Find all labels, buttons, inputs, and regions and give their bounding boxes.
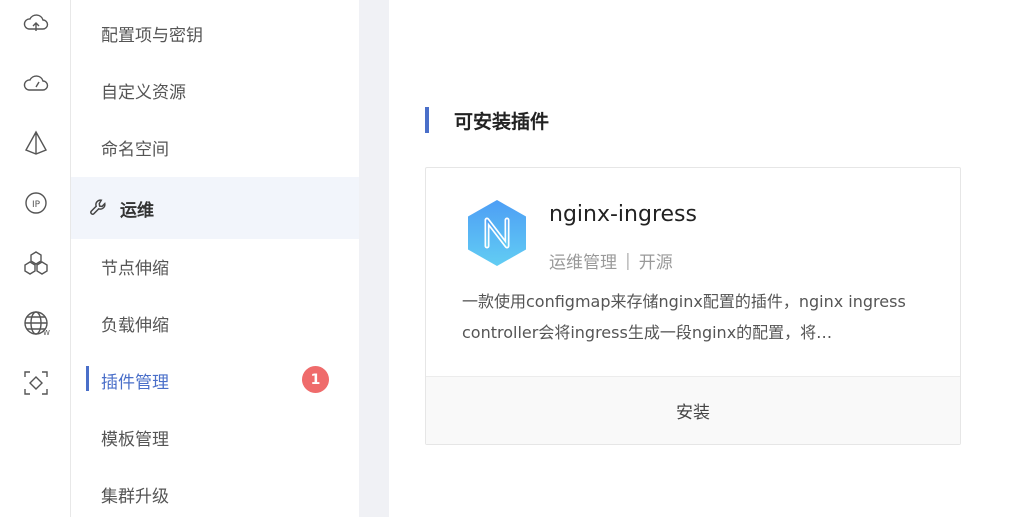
svg-text:W: W	[43, 329, 50, 337]
cloud-upload-icon[interactable]	[21, 8, 51, 38]
section-header: 可安装插件	[425, 107, 549, 133]
plugin-description: 一款使用configmap来存储nginx配置的插件，nginx ingress…	[462, 292, 906, 342]
nav-item-label: 模板管理	[101, 430, 169, 450]
cloud-gauge-icon[interactable]	[21, 68, 51, 98]
svg-text:IP: IP	[32, 200, 41, 210]
nav-item-label: 配置项与密钥	[101, 26, 203, 46]
plugin-tags: 运维管理 | 开源	[549, 248, 673, 274]
nginx-logo-icon	[468, 200, 526, 266]
nav-item-label: 插件管理	[101, 373, 169, 393]
nav-item-label: 集群升级	[101, 487, 169, 507]
scan-icon[interactable]	[21, 368, 51, 398]
nav-item-workload-scaling[interactable]: 负载伸缩	[71, 295, 359, 352]
plugin-tag: 运维管理	[549, 253, 617, 273]
nav-item-config-secrets[interactable]: 配置项与密钥	[71, 5, 359, 62]
nav-group-ops[interactable]: 运维	[71, 177, 359, 239]
pyramid-icon[interactable]	[21, 128, 51, 158]
install-button-label: 安装	[676, 403, 710, 423]
ip-icon[interactable]: IP	[21, 188, 51, 218]
active-indicator	[86, 366, 89, 391]
nav-item-plugin-management[interactable]: 插件管理 1	[71, 352, 359, 409]
install-button[interactable]: 安装	[426, 376, 960, 444]
nav-item-label: 负载伸缩	[101, 316, 169, 336]
divider-strip	[359, 0, 389, 517]
cluster-icon[interactable]	[21, 248, 51, 278]
main-content: 可安装插件 nginx-ingress 运维管理 | 开源 一款使用config…	[389, 0, 1025, 517]
notification-badge: 1	[302, 366, 329, 393]
nav-item-namespaces[interactable]: 命名空间	[71, 119, 359, 176]
icon-rail: IP W	[0, 0, 71, 517]
globe-icon[interactable]: W	[21, 308, 51, 338]
nav-item-label: 自定义资源	[101, 83, 186, 103]
nav-item-cluster-upgrade[interactable]: 集群升级	[71, 466, 359, 523]
nav-item-custom-resources[interactable]: 自定义资源	[71, 62, 359, 119]
nav-group-label: 运维	[120, 200, 154, 221]
plugin-tag: 开源	[638, 253, 673, 273]
nav-item-template-management[interactable]: 模板管理	[71, 409, 359, 466]
section-title: 可安装插件	[454, 110, 550, 133]
nav-item-label: 节点伸缩	[101, 259, 169, 279]
wrench-icon	[90, 199, 106, 215]
section-accent-bar	[425, 107, 429, 133]
tag-separator: |	[625, 250, 631, 271]
plugin-card: nginx-ingress 运维管理 | 开源 一款使用configmap来存储…	[425, 167, 961, 445]
secondary-nav: 配置项与密钥 自定义资源 命名空间 运维 节点伸缩 负载伸缩 插件管理 1 模板…	[71, 0, 359, 517]
nav-item-node-scaling[interactable]: 节点伸缩	[71, 238, 359, 295]
plugin-name: nginx-ingress	[549, 202, 697, 227]
nav-item-label: 命名空间	[101, 140, 169, 160]
